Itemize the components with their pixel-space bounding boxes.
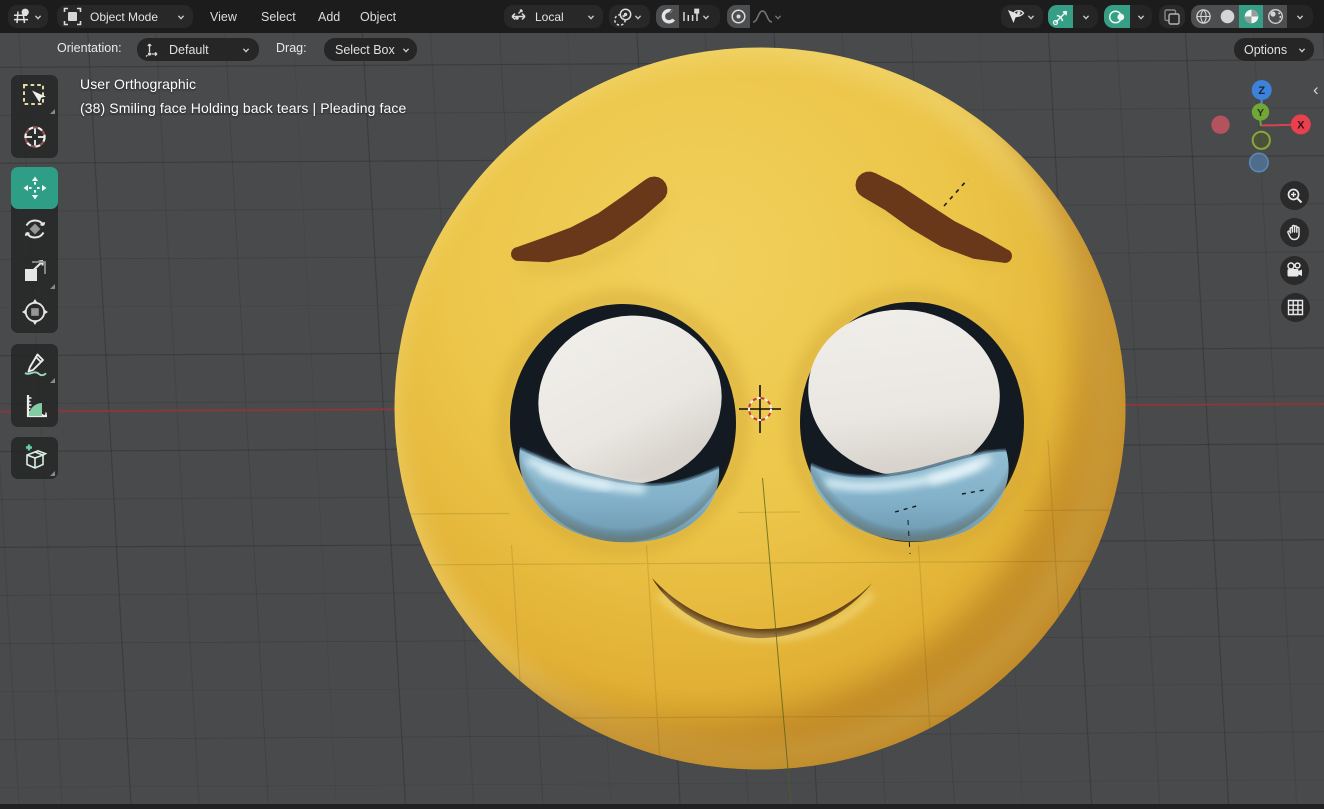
svg-text:X: X <box>1297 120 1305 132</box>
svg-text:Z: Z <box>1258 85 1265 97</box>
svg-text:Y: Y <box>1257 107 1264 119</box>
